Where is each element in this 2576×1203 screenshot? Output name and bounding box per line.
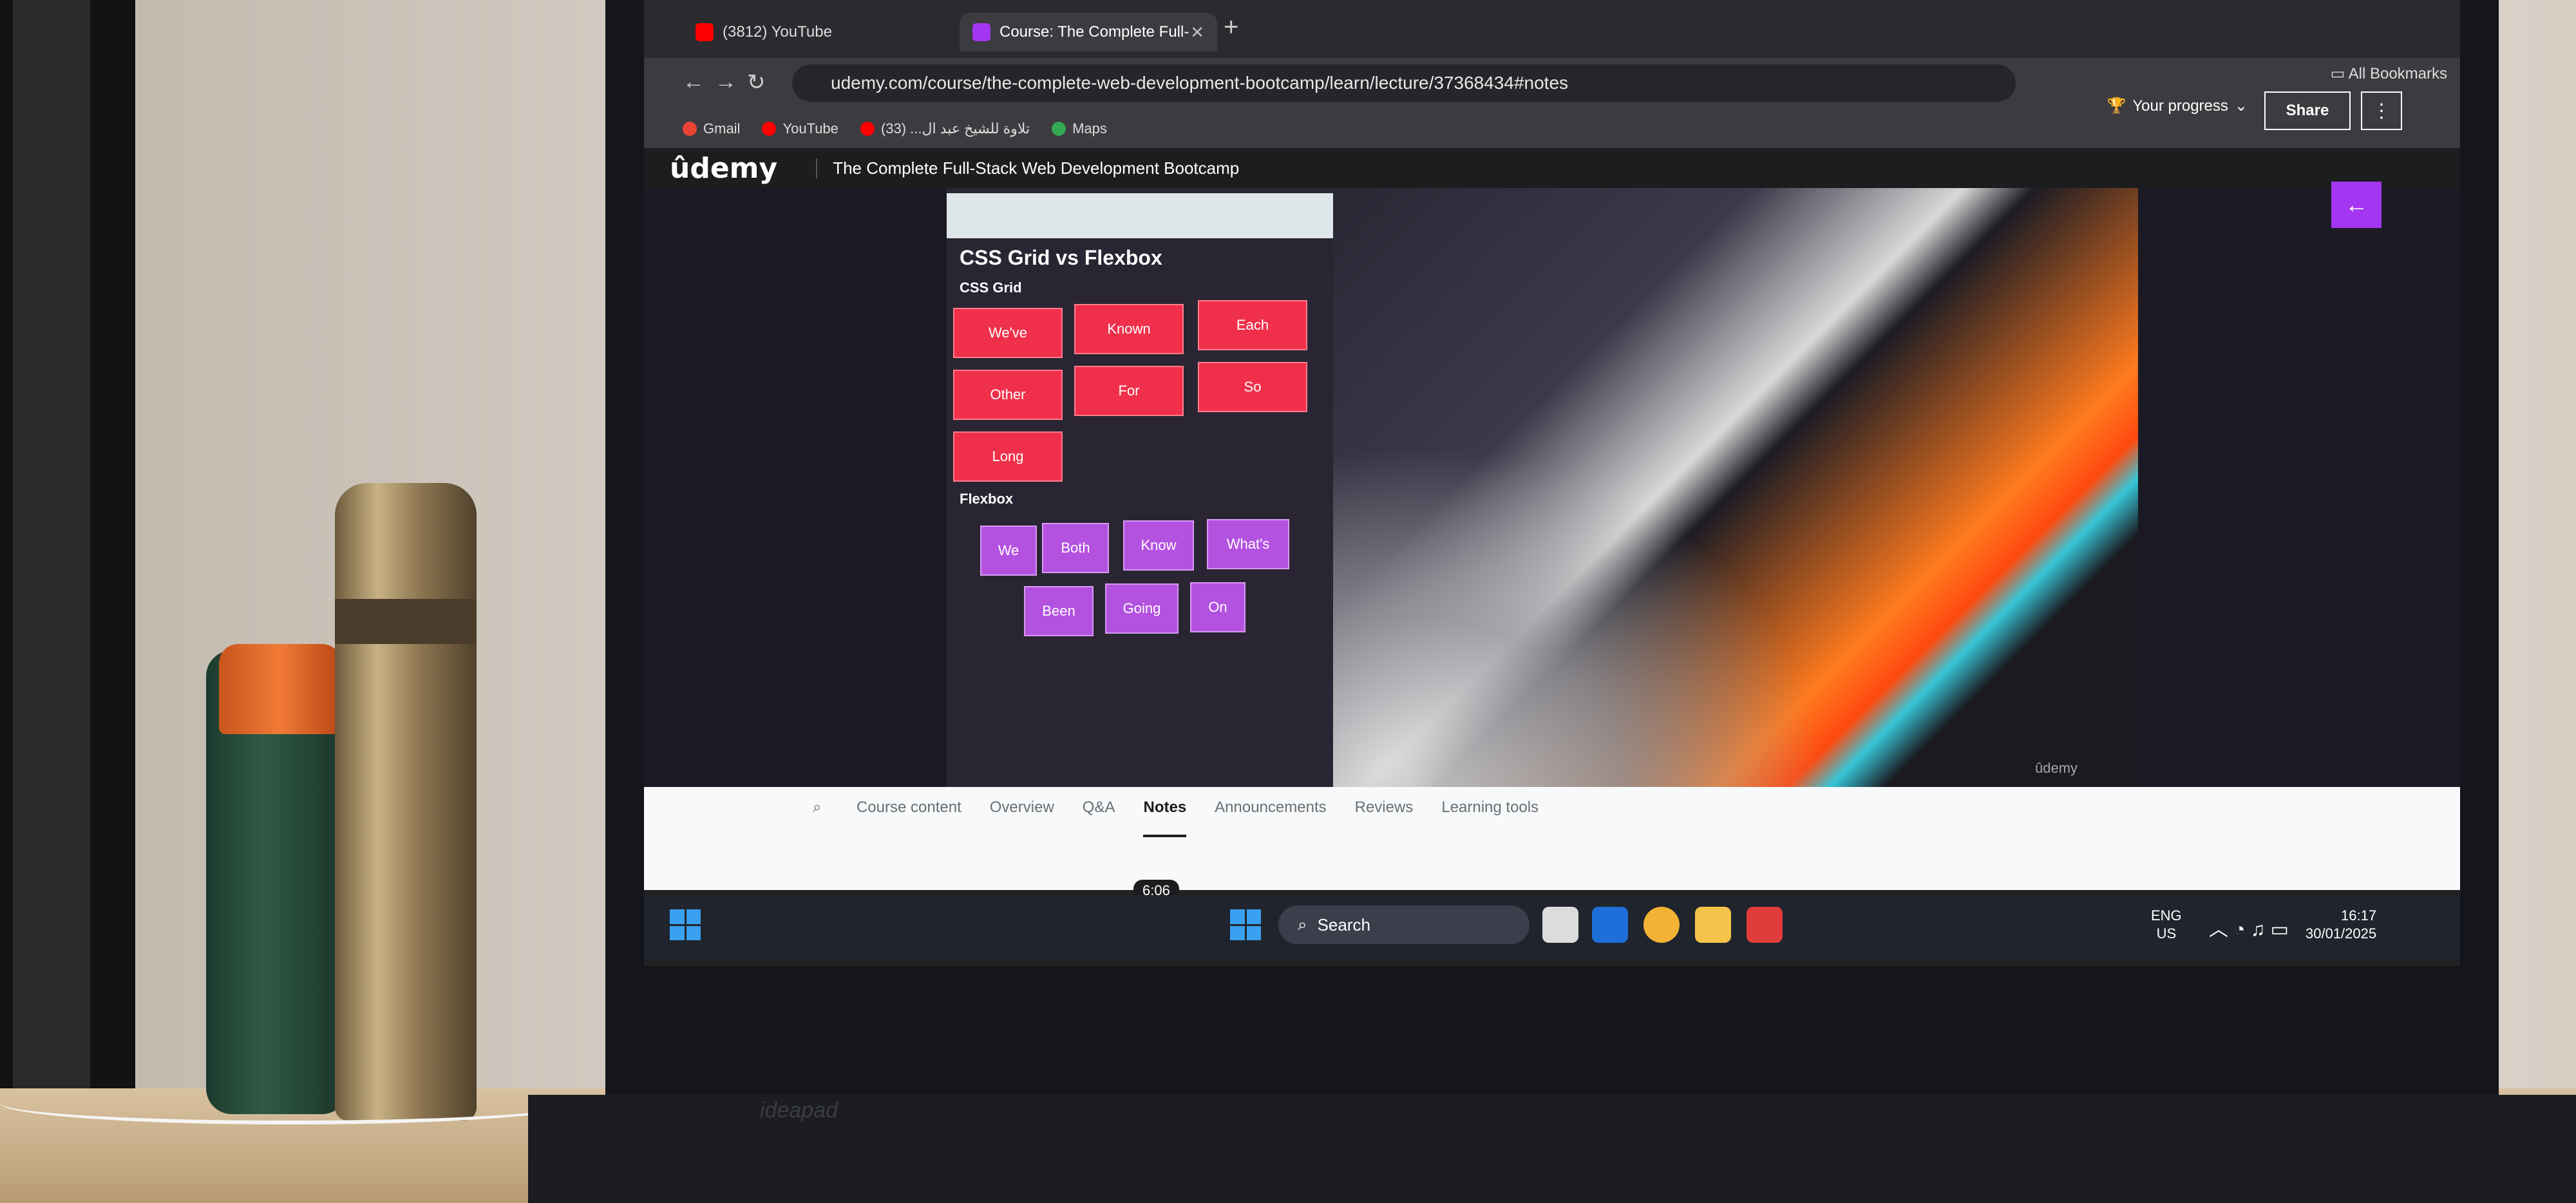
- flex-item: We: [980, 526, 1037, 576]
- grid-item: Long: [953, 431, 1063, 482]
- udemy-logo[interactable]: ûdemy: [670, 152, 777, 185]
- grid-item: Each: [1198, 300, 1307, 350]
- grid-item: Known: [1074, 304, 1184, 354]
- grid-item: So: [1198, 362, 1307, 412]
- grid-item: Other: [953, 370, 1063, 420]
- maps-icon: [1052, 122, 1066, 136]
- bookmark-label: Maps: [1072, 120, 1107, 137]
- tab-announcements[interactable]: Announcements: [1215, 799, 1326, 837]
- youtube-icon: [696, 23, 714, 41]
- udemy-icon: [972, 23, 990, 41]
- tab-reviews[interactable]: Reviews: [1355, 799, 1414, 837]
- tab-label: (3812) YouTube: [723, 23, 832, 41]
- tab-label: Course: The Complete Full-: [999, 23, 1189, 41]
- all-bookmarks[interactable]: ▭ All Bookmarks: [2331, 64, 2447, 83]
- flex-item: On: [1190, 582, 1245, 632]
- tab-notes[interactable]: Notes: [1143, 799, 1187, 837]
- flex-item: Going: [1105, 583, 1179, 634]
- share-button[interactable]: Share: [2264, 91, 2351, 130]
- flex-item: Both: [1042, 523, 1109, 573]
- bookmark-gmail[interactable]: Gmail: [683, 120, 740, 137]
- laptop-brand-label: ideapad: [760, 1098, 838, 1122]
- chevron-down-icon: ⌄: [2234, 97, 2248, 115]
- clock-date: 30/01/2025: [2306, 925, 2377, 942]
- tab-youtube[interactable]: (3812) YouTube ✕: [683, 13, 985, 52]
- video-wallpaper-highlight: [1333, 188, 2138, 787]
- region-code: US: [2156, 925, 2177, 942]
- language-indicator[interactable]: ENG US: [2151, 907, 2182, 943]
- youtube-icon: [860, 122, 875, 136]
- reload-icon[interactable]: ↻: [747, 70, 766, 95]
- chrome-icon[interactable]: [1643, 907, 1680, 943]
- forward-icon[interactable]: →: [715, 70, 737, 95]
- search-icon: ⌕: [1298, 914, 1307, 934]
- video-watermark: ûdemy: [2035, 760, 2078, 776]
- flex-item: Been: [1024, 586, 1094, 636]
- tab-qa[interactable]: Q&A: [1083, 799, 1115, 837]
- bookmark-label: Gmail: [703, 120, 741, 137]
- wifi-icon[interactable]: ︿ ◔ ♫ ▭: [2209, 913, 2289, 942]
- bookmark-label: تلاوة للشيخ عبد ال... (33): [880, 120, 1030, 137]
- youtube-icon: [762, 122, 777, 136]
- all-bookmarks-label: All Bookmarks: [2348, 65, 2447, 82]
- bottle-cap: [219, 644, 341, 734]
- bookmarks-bar: Gmail YouTube تلاوة للشيخ عبد ال... (33)…: [644, 109, 2460, 148]
- app-icon[interactable]: [1747, 907, 1783, 943]
- bookmark-recitation[interactable]: تلاوة للشيخ عبد ال... (33): [860, 120, 1030, 137]
- charging-cable: [0, 1082, 580, 1124]
- flexbox-section-label: Flexbox: [960, 491, 1014, 507]
- trophy-icon: 🏆: [2107, 97, 2126, 115]
- your-progress-button[interactable]: 🏆 Your progress ⌄: [2107, 97, 2248, 115]
- course-title[interactable]: The Complete Full-Stack Web Development …: [816, 158, 1239, 178]
- laptop-screen: (3812) YouTube ✕ Course: The Complete Fu…: [644, 0, 2460, 966]
- bookmark-maps[interactable]: Maps: [1052, 120, 1107, 137]
- grid-section-label: CSS Grid: [960, 279, 1022, 296]
- taskbar-clock[interactable]: 16:17 30/01/2025: [2306, 907, 2376, 943]
- bookmark-youtube[interactable]: YouTube: [762, 120, 838, 137]
- app-icon[interactable]: [1592, 907, 1628, 943]
- udemy-header: ûdemy The Complete Full-Stack Web Develo…: [644, 148, 2460, 188]
- address-bar-url: udemy.com/course/the-complete-web-develo…: [831, 73, 1569, 93]
- tab-learning-tools[interactable]: Learning tools: [1441, 799, 1539, 837]
- search-icon[interactable]: ⌕: [813, 799, 821, 817]
- lecture-browser-window: [947, 188, 1333, 787]
- tab-overview[interactable]: Overview: [990, 799, 1054, 837]
- lecture-browser-chrome: [947, 193, 1333, 238]
- thermos-flask: [335, 483, 477, 1121]
- course-tabs: Course content Overview Q&A Notes Announ…: [857, 799, 1539, 837]
- back-arrow-button[interactable]: ←: [2331, 182, 2382, 228]
- file-explorer-icon[interactable]: [1695, 907, 1731, 943]
- task-view-icon[interactable]: [1542, 907, 1578, 943]
- address-bar[interactable]: udemy.com/course/the-complete-web-develo…: [792, 64, 2016, 102]
- bookmark-label: YouTube: [782, 120, 838, 137]
- gmail-icon: [683, 122, 697, 136]
- progress-label: Your progress: [2132, 97, 2228, 115]
- new-tab-icon[interactable]: +: [1224, 13, 1238, 42]
- window-pane: [13, 0, 90, 1095]
- grid-item: We've: [953, 308, 1063, 358]
- folder-icon: ▭: [2330, 65, 2349, 82]
- widgets-icon[interactable]: [670, 909, 701, 940]
- windows-start-icon[interactable]: [1230, 909, 1261, 940]
- clock-time: 16:17: [2341, 907, 2377, 924]
- grid-item: For: [1074, 366, 1184, 416]
- back-icon[interactable]: ←: [683, 70, 705, 95]
- close-icon[interactable]: ✕: [1190, 23, 1204, 43]
- tab-course-content[interactable]: Course content: [857, 799, 961, 837]
- flask-band: [335, 599, 477, 644]
- language-code: ENG: [2151, 907, 2182, 924]
- tab-udemy-course[interactable]: Course: The Complete Full- ✕: [960, 13, 1217, 52]
- flex-item: Know: [1123, 520, 1194, 571]
- taskbar-search[interactable]: ⌕ Search: [1278, 905, 1530, 944]
- lecture-heading: CSS Grid vs Flexbox: [960, 246, 1162, 269]
- more-options-button[interactable]: ⋮: [2361, 91, 2402, 130]
- share-label: Share: [2286, 102, 2329, 119]
- flex-item: What's: [1207, 519, 1289, 569]
- taskbar-search-label: Search: [1317, 914, 1370, 934]
